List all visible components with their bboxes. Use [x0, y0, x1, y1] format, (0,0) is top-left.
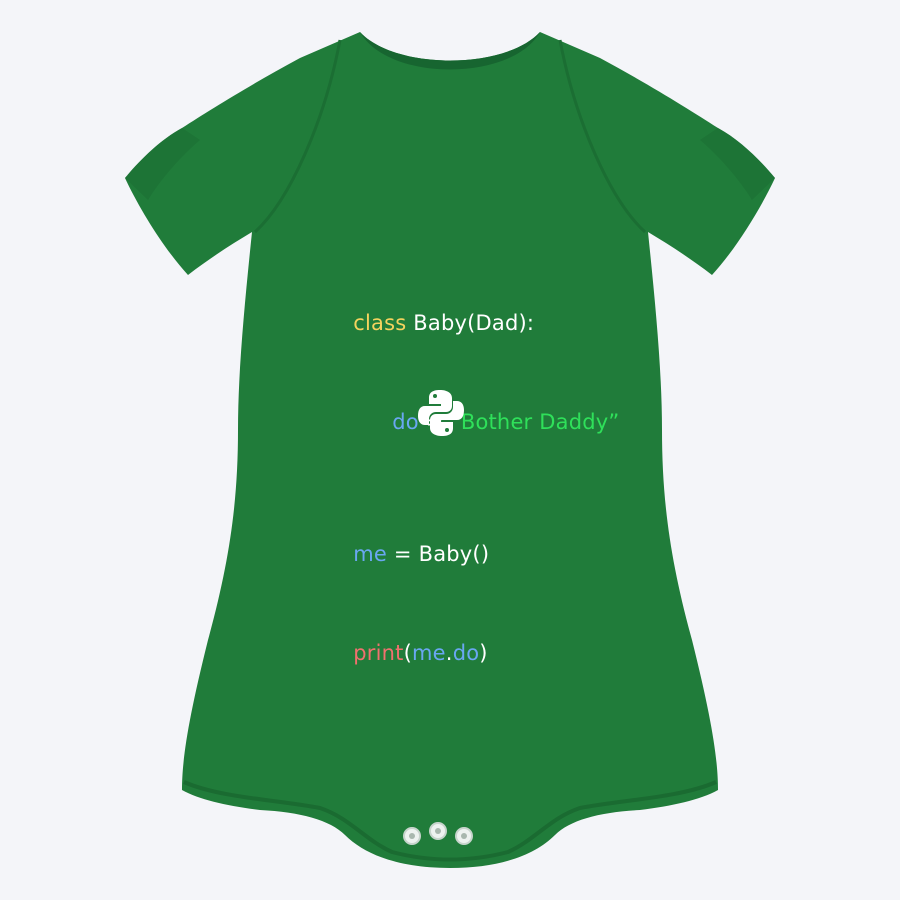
code-token: “Bother Daddy” — [450, 410, 620, 434]
code-line-3: me = Baby() — [312, 505, 619, 566]
code-token: class — [353, 311, 407, 335]
code-print: class Baby(Dad): do = “Bother Daddy” me … — [312, 208, 619, 703]
python-logo-icon — [418, 390, 464, 436]
code-line-1: class Baby(Dad): — [312, 274, 619, 335]
code-token: print — [353, 641, 404, 665]
code-token: do — [392, 410, 419, 434]
code-token: me — [412, 641, 446, 665]
code-token: ) — [479, 641, 488, 665]
code-token: ( — [403, 641, 413, 665]
product-image: class Baby(Dad): do = “Bother Daddy” me … — [0, 0, 900, 900]
code-token: me — [353, 542, 388, 566]
code-line-4: print(me.do) — [312, 604, 619, 665]
code-token: . — [445, 641, 453, 665]
code-token: = Baby() — [387, 542, 490, 566]
code-token: do — [452, 641, 480, 665]
code-token: Baby(Dad): — [406, 311, 535, 335]
